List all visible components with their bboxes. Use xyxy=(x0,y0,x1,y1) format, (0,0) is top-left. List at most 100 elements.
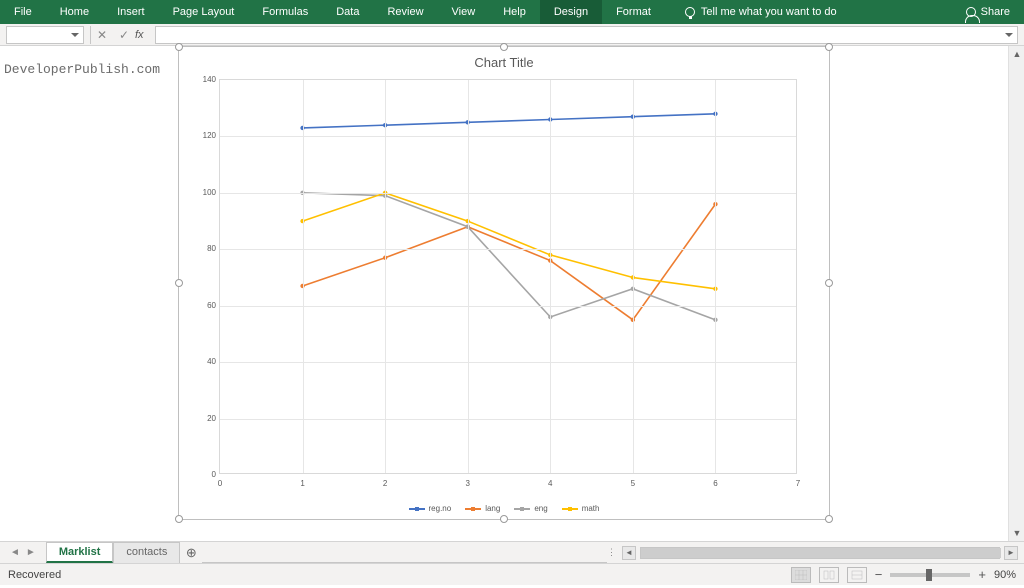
sheet-tab-nav: ◄ ► xyxy=(0,547,46,558)
y-tick-label: 60 xyxy=(194,301,216,310)
ribbon-tab-data[interactable]: Data xyxy=(322,0,373,24)
name-box-dropdown-icon[interactable] xyxy=(71,33,79,37)
series-line-math[interactable] xyxy=(303,193,716,289)
plot-area[interactable]: 02040608010012014001234567 xyxy=(219,79,797,474)
legend-label: math xyxy=(582,504,600,513)
status-right: − + 90% xyxy=(791,567,1016,583)
page-layout-view-button[interactable] xyxy=(819,567,839,583)
page-break-icon xyxy=(851,570,863,580)
legend-item-lang[interactable]: lang xyxy=(465,504,500,513)
add-sheet-button[interactable]: ⊕ xyxy=(180,545,202,561)
ribbon-tab-insert[interactable]: Insert xyxy=(103,0,159,24)
series-line-lang[interactable] xyxy=(303,204,716,320)
formula-bar-expand-icon[interactable] xyxy=(1005,33,1013,37)
insert-function-icon[interactable]: fx xyxy=(135,29,155,41)
legend-label: reg.no xyxy=(429,504,452,513)
scroll-down-icon[interactable]: ▼ xyxy=(1009,525,1024,541)
scroll-up-icon[interactable]: ▲ xyxy=(1009,46,1024,62)
chart-object[interactable]: Chart Title 02040608010012014001234567 r… xyxy=(178,46,830,520)
status-left: Recovered xyxy=(8,569,61,581)
ribbon-tab-review[interactable]: Review xyxy=(373,0,437,24)
legend-item-eng[interactable]: eng xyxy=(514,504,547,513)
series-line-reg.no[interactable] xyxy=(303,114,716,128)
zoom-slider-thumb[interactable] xyxy=(926,569,932,581)
ribbon-tab-view[interactable]: View xyxy=(438,0,490,24)
resize-handle[interactable] xyxy=(175,515,183,523)
status-bar: Recovered − + 90% xyxy=(0,563,1024,585)
ribbon-tab-formulas[interactable]: Formulas xyxy=(248,0,322,24)
legend-item-math[interactable]: math xyxy=(562,504,600,513)
resize-handle[interactable] xyxy=(825,43,833,51)
sheet-tab-marklist[interactable]: Marklist xyxy=(46,542,114,563)
y-tick-label: 100 xyxy=(194,188,216,197)
resize-handle[interactable] xyxy=(825,279,833,287)
sheet-tabs: Marklistcontacts xyxy=(46,542,181,563)
hscroll-split-icon[interactable]: ⋮ xyxy=(607,547,622,558)
cancel-formula-icon[interactable]: ✕ xyxy=(91,28,113,42)
tell-me-search[interactable]: Tell me what you want to do xyxy=(671,0,851,24)
hscroll-track[interactable] xyxy=(640,547,1000,559)
x-tick-label: 1 xyxy=(295,479,311,488)
hscroll-right-icon[interactable]: ► xyxy=(1004,546,1018,560)
ribbon-tab-design[interactable]: Design xyxy=(540,0,602,24)
zoom-out-button[interactable]: − xyxy=(875,567,883,582)
resize-handle[interactable] xyxy=(175,279,183,287)
hscroll-thumb[interactable] xyxy=(641,548,1001,558)
tab-spacer xyxy=(202,542,607,563)
formula-bar[interactable] xyxy=(155,26,1018,44)
ribbon-tab-file[interactable]: File xyxy=(0,0,46,24)
zoom-slider[interactable] xyxy=(890,573,970,577)
x-tick-label: 6 xyxy=(707,479,723,488)
x-tick-label: 7 xyxy=(790,479,806,488)
normal-view-button[interactable] xyxy=(791,567,811,583)
enter-formula-icon[interactable]: ✓ xyxy=(113,28,135,42)
ribbon-tabs: FileHomeInsertPage LayoutFormulasDataRev… xyxy=(0,0,1024,24)
tab-nav-next-icon[interactable]: ► xyxy=(26,547,36,558)
resize-handle[interactable] xyxy=(500,43,508,51)
legend-swatch-icon xyxy=(465,508,481,510)
ribbon-tab-page-layout[interactable]: Page Layout xyxy=(159,0,249,24)
y-tick-label: 80 xyxy=(194,244,216,253)
resize-handle[interactable] xyxy=(175,43,183,51)
sheet-tab-contacts[interactable]: contacts xyxy=(113,542,180,563)
horizontal-scrollbar[interactable]: ⋮ ◄ ► xyxy=(607,546,1024,560)
page-layout-icon xyxy=(823,570,835,580)
watermark-text: DeveloperPublish.com xyxy=(4,62,160,77)
legend-swatch-icon xyxy=(562,508,578,510)
zoom-in-button[interactable]: + xyxy=(978,567,986,582)
chart-legend[interactable]: reg.no lang eng math xyxy=(179,504,829,513)
chart-lines xyxy=(220,80,796,473)
x-tick-label: 0 xyxy=(212,479,228,488)
legend-swatch-icon xyxy=(514,508,530,510)
y-tick-label: 120 xyxy=(194,131,216,140)
sheet-tab-bar: ◄ ► Marklistcontacts ⊕ ⋮ ◄ ► xyxy=(0,541,1024,563)
resize-handle[interactable] xyxy=(825,515,833,523)
zoom-value: 90% xyxy=(994,569,1016,581)
vertical-scrollbar[interactable]: ▲ ▼ xyxy=(1008,46,1024,541)
ribbon-tab-home[interactable]: Home xyxy=(46,0,103,24)
legend-label: lang xyxy=(485,504,500,513)
resize-handle[interactable] xyxy=(500,515,508,523)
legend-item-reg.no[interactable]: reg.no xyxy=(409,504,452,513)
share-label: Share xyxy=(981,6,1010,18)
y-tick-label: 40 xyxy=(194,357,216,366)
series-line-eng[interactable] xyxy=(303,193,716,320)
ribbon-tab-help[interactable]: Help xyxy=(489,0,540,24)
x-tick-label: 5 xyxy=(625,479,641,488)
x-tick-label: 4 xyxy=(542,479,558,488)
tab-nav-prev-icon[interactable]: ◄ xyxy=(10,547,20,558)
worksheet-area: DeveloperPublish.com Chart Title 0204060… xyxy=(0,46,1024,541)
y-tick-label: 0 xyxy=(194,470,216,479)
ribbon-tab-format[interactable]: Format xyxy=(602,0,665,24)
legend-swatch-icon xyxy=(409,508,425,510)
tell-me-label: Tell me what you want to do xyxy=(701,6,837,18)
share-button[interactable]: Share xyxy=(952,0,1024,24)
page-break-view-button[interactable] xyxy=(847,567,867,583)
y-tick-label: 20 xyxy=(194,414,216,423)
formula-bar-row: ✕ ✓ fx xyxy=(0,24,1024,46)
legend-label: eng xyxy=(534,504,547,513)
name-box[interactable] xyxy=(6,26,84,44)
lightbulb-icon xyxy=(685,7,695,17)
x-tick-label: 2 xyxy=(377,479,393,488)
hscroll-left-icon[interactable]: ◄ xyxy=(622,546,636,560)
